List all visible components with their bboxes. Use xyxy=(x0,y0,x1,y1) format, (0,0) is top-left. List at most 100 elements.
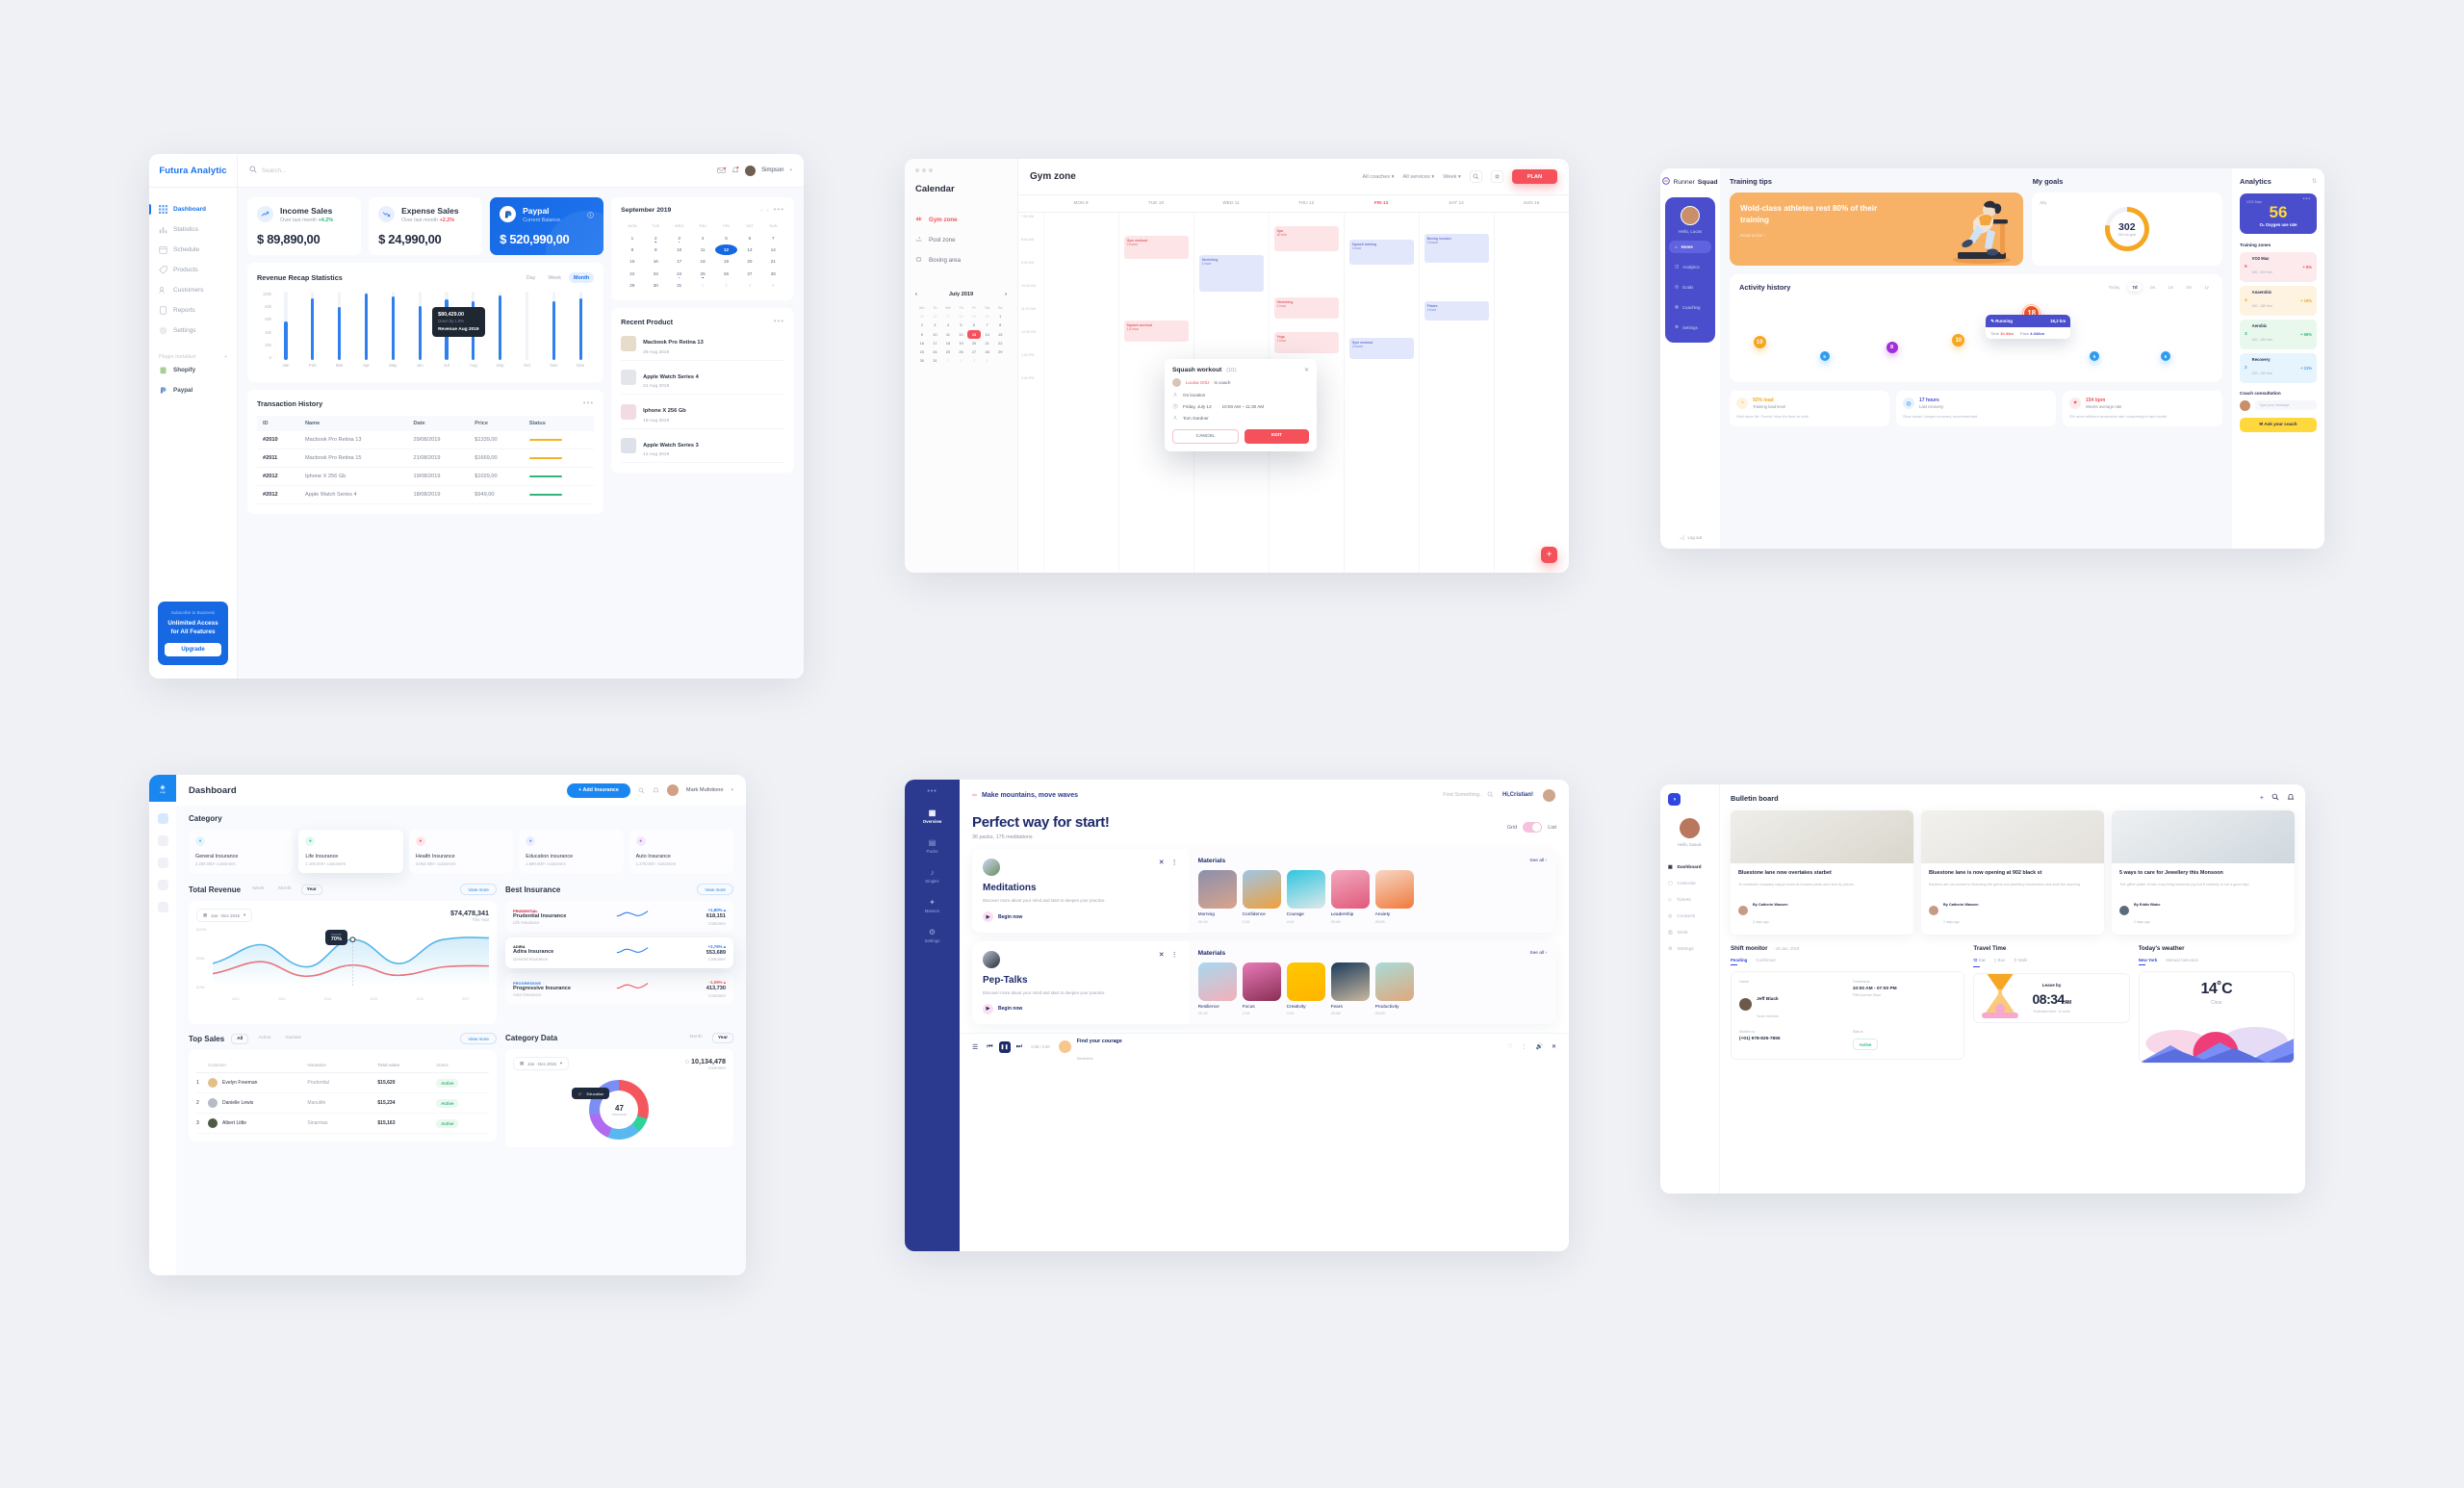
calendar-day-muted[interactable]: 2 xyxy=(715,280,737,291)
mini-day[interactable]: 29 xyxy=(993,347,1007,356)
sidebar-item-calendar[interactable] xyxy=(157,880,168,890)
tab-week[interactable]: Week xyxy=(247,885,269,895)
sidebar-item-settings[interactable]: Settings xyxy=(149,321,237,341)
calendar-day[interactable]: 26 xyxy=(715,269,737,279)
tab-pending[interactable]: Pending xyxy=(1731,958,1747,965)
mini-day[interactable]: 10 xyxy=(929,330,942,339)
tab-year[interactable]: Year xyxy=(300,884,322,895)
mini-day[interactable]: 17 xyxy=(929,339,942,347)
sidebar-item-dashboard[interactable]: ▦ Dashboard xyxy=(1668,860,1711,875)
material-card[interactable]: Resilience 20:16 xyxy=(1197,962,1237,1015)
bar-column[interactable] xyxy=(299,292,326,360)
range-tab[interactable]: 3m xyxy=(2182,283,2195,292)
table-row[interactable]: 1 Evelyn Freeman Prudential $15,620 Active xyxy=(196,1073,489,1093)
mini-day[interactable]: 3 xyxy=(929,321,942,329)
mini-day[interactable]: 1 xyxy=(993,312,1007,321)
calendar-day[interactable]: 23 xyxy=(645,269,667,279)
bell-icon[interactable] xyxy=(732,162,739,179)
mini-day-muted[interactable]: 2 xyxy=(955,356,968,365)
material-card[interactable]: Productivity 20:08 xyxy=(1374,962,1414,1015)
calendar-day[interactable]: 7 xyxy=(762,232,784,243)
search-input[interactable]: Find Something.. xyxy=(1443,791,1494,800)
search-icon[interactable] xyxy=(1469,170,1482,183)
more-options-icon[interactable]: ⋮ xyxy=(1171,951,1178,959)
calendar-day[interactable]: 1 xyxy=(621,232,643,243)
close-icon[interactable]: ✕ xyxy=(1159,951,1165,959)
more-options-icon[interactable]: ••• xyxy=(774,318,784,325)
view-toggle[interactable]: Grid List xyxy=(1507,822,1556,833)
training-tip-card[interactable]: Wold-class athletes rest 80% of their tr… xyxy=(1730,192,2023,266)
calendar-day[interactable]: 16 xyxy=(645,256,667,267)
next-month-button[interactable]: › xyxy=(767,208,769,214)
avatar[interactable] xyxy=(666,784,679,796)
calendar-day[interactable]: 22 xyxy=(621,269,643,279)
calendar-day[interactable]: 19 xyxy=(715,256,737,267)
mini-day-muted[interactable]: 30 xyxy=(981,312,994,321)
info-icon[interactable] xyxy=(587,206,594,223)
calendar-day[interactable]: 17 xyxy=(668,256,690,267)
calendar-day-muted[interactable]: 3 xyxy=(738,280,760,291)
sidebar-item-settings[interactable] xyxy=(157,902,168,912)
sidebar-item-statistics[interactable]: Statistics xyxy=(149,219,237,240)
close-icon[interactable]: ✕ xyxy=(1552,1043,1556,1050)
close-icon[interactable]: ✕ xyxy=(1304,367,1309,373)
sidebar-item-customers[interactable]: Customers xyxy=(149,280,237,300)
calendar-day[interactable]: 15 xyxy=(621,256,643,267)
nav-item-masters[interactable]: ✦ Masters xyxy=(925,898,940,913)
bell-icon[interactable] xyxy=(653,782,659,799)
tab-month[interactable]: Month xyxy=(273,885,295,895)
nav-item-goals[interactable]: ◎ Goals xyxy=(1669,280,1711,294)
mini-day[interactable]: 18 xyxy=(941,339,955,347)
material-card[interactable]: Leadership 20:08 xyxy=(1330,870,1370,924)
news-card[interactable]: Bluestone lane now overtakes starbet To c… xyxy=(1731,810,1913,935)
activity-bubble[interactable]: 5 xyxy=(1819,351,1830,361)
list-item[interactable]: Macbook Pro Retina 13 29 Aug 2019 xyxy=(621,326,784,361)
volume-icon[interactable]: 🔊 xyxy=(1535,1043,1542,1050)
top-sales-view-more[interactable]: View more xyxy=(460,1033,497,1044)
category-card[interactable]: ● General Insurance 2.200.000+ customers xyxy=(189,830,294,873)
mini-day-muted[interactable]: 27 xyxy=(941,312,955,321)
tab-walk[interactable]: ⚲ Walk xyxy=(2014,958,2027,967)
training-zone-row[interactable]: 3 Aerobic 140 - 160 hrm + 56% xyxy=(2240,319,2317,349)
bar-column[interactable] xyxy=(326,292,353,360)
calendar-day[interactable]: 24 xyxy=(668,269,690,279)
sidebar-item-schedule[interactable]: Schedule xyxy=(149,240,237,260)
mini-day[interactable]: 7 xyxy=(981,321,994,329)
see-all-link[interactable]: See all › xyxy=(1529,951,1547,956)
day-header[interactable]: TUE 10 xyxy=(1118,195,1194,212)
logout-button[interactable]: →] Log out xyxy=(1679,535,1702,540)
material-card[interactable]: Creativity 4:10 xyxy=(1286,962,1325,1015)
close-icon[interactable]: ✕ xyxy=(1159,859,1165,866)
stat-card-recovery[interactable]: ◍ 17 hours Last recovery Slow down! Long… xyxy=(1896,391,2056,426)
calendar-day[interactable]: 28 xyxy=(762,269,784,279)
mini-prev-button[interactable]: ‹ xyxy=(915,292,917,297)
material-card[interactable]: Morning 20:16 xyxy=(1197,870,1237,924)
ask-coach-button[interactable]: ✉ Ask your coach xyxy=(2240,417,2317,432)
mini-day-muted[interactable]: 3 xyxy=(967,356,981,365)
more-options-icon[interactable]: ••• xyxy=(583,399,594,407)
gear-icon[interactable] xyxy=(1490,170,1503,183)
calendar-day[interactable]: 27 xyxy=(738,269,760,279)
event-yoga[interactable]: Yoga 1 hour xyxy=(1273,332,1340,353)
add-post-button[interactable]: + xyxy=(2260,795,2264,802)
bell-icon[interactable] xyxy=(2287,793,2295,803)
calendar-day[interactable]: 11 xyxy=(691,244,713,255)
calendar-day-muted[interactable]: 4 xyxy=(762,280,784,291)
more-options-icon[interactable]: ••• xyxy=(2303,197,2311,202)
mini-day[interactable]: 19 xyxy=(955,339,968,347)
mini-day[interactable]: 4 xyxy=(941,321,955,329)
tab-all[interactable]: All xyxy=(231,1033,249,1044)
mini-day[interactable]: 20 xyxy=(967,339,981,347)
event-gym-workout[interactable]: Gym workout 2 hours xyxy=(1123,236,1190,259)
calendar-day[interactable]: 4 xyxy=(691,232,713,243)
mini-day[interactable]: 12 xyxy=(955,330,968,339)
date-range-picker[interactable]: ▦ Jan - Dec 2015 ▾ xyxy=(196,909,253,922)
bar-column[interactable] xyxy=(272,292,299,360)
material-card[interactable]: Anxiety 20:08 xyxy=(1374,870,1414,924)
nav-item-overview[interactable]: ▦ Overview xyxy=(923,808,942,824)
mini-day[interactable]: 28 xyxy=(981,347,994,356)
tab-car[interactable]: ⛫ Car xyxy=(1973,958,1986,967)
day-header[interactable]: MON 9 xyxy=(1043,195,1118,212)
mini-day[interactable]: 30 xyxy=(915,356,929,365)
stat-card-bpm[interactable]: ♥ 154 bpm Weeks average rate 3% more eff… xyxy=(2063,391,2222,426)
